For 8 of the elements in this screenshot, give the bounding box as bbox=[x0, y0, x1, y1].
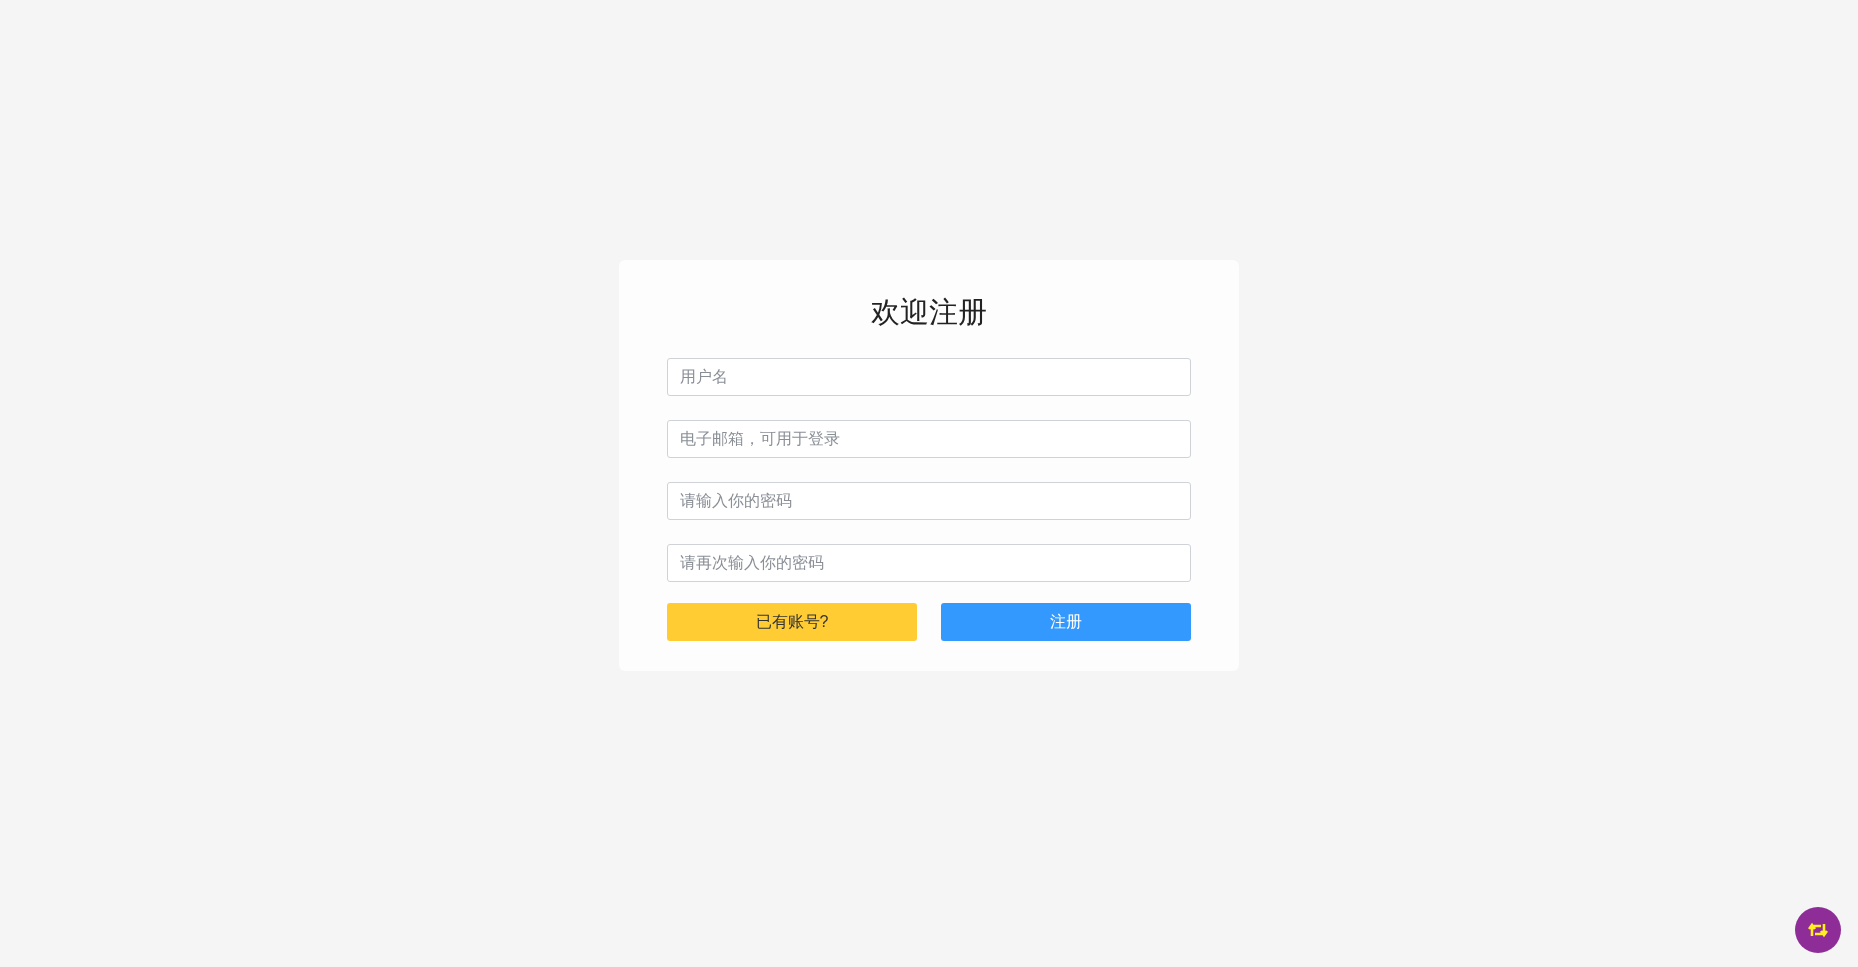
swap-button[interactable] bbox=[1795, 907, 1841, 953]
input-field[interactable]: 电子邮箱，可用于登录 bbox=[667, 420, 1191, 458]
repeat-icon bbox=[1808, 922, 1828, 938]
input-field[interactable]: 请输入你的密码 bbox=[667, 482, 1191, 520]
input-field[interactable]: 用户名 bbox=[667, 358, 1191, 396]
input-field[interactable]: 请再次输入你的密码 bbox=[667, 544, 1191, 582]
form-title: 欢迎注册 bbox=[871, 295, 987, 330]
login-link-button[interactable]: 已有账号? bbox=[667, 603, 917, 641]
